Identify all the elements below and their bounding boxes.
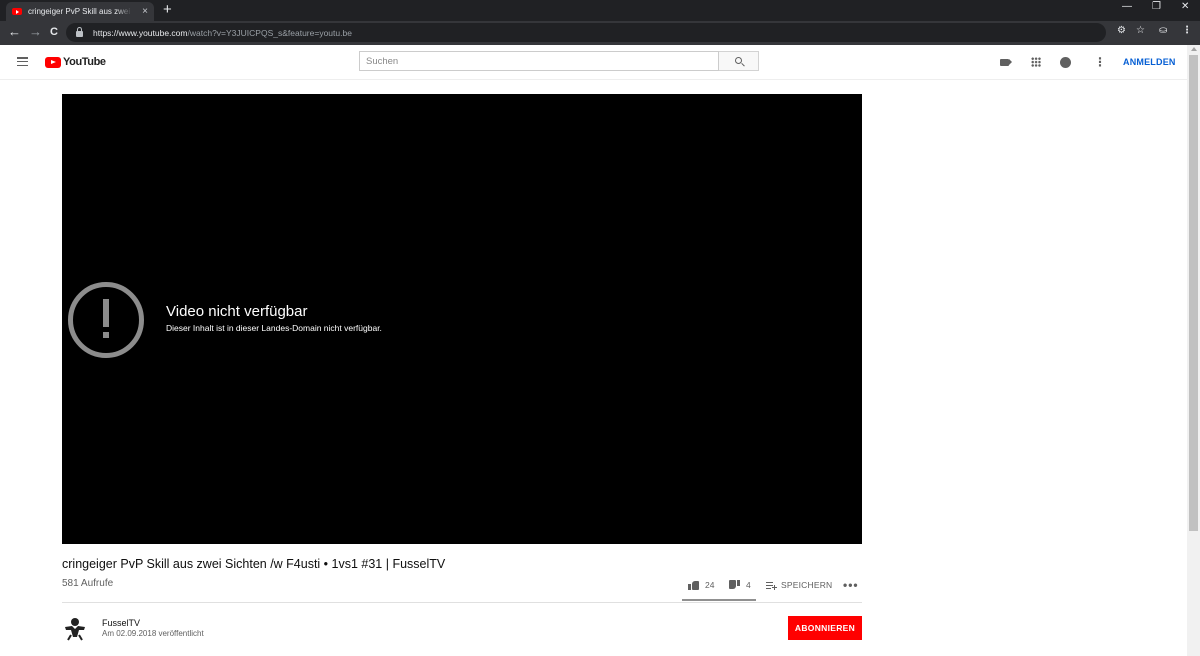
scroll-up-arrow-icon[interactable]	[1191, 47, 1197, 51]
divider	[62, 602, 862, 603]
error-message: Dieser Inhalt ist in dieser Landes-Domai…	[166, 323, 382, 333]
sentiment-bar-fill	[682, 599, 746, 601]
incognito-icon[interactable]: ⛀	[1159, 25, 1167, 36]
page-scrollbar[interactable]	[1187, 45, 1200, 656]
scrollbar-thumb[interactable]	[1189, 55, 1198, 531]
create-video-icon[interactable]	[1000, 59, 1012, 66]
lock-icon	[76, 27, 83, 37]
youtube-logo[interactable]: YouTube	[45, 56, 106, 68]
save-button[interactable]: SPEICHERN	[766, 578, 832, 592]
youtube-favicon-icon	[12, 8, 22, 15]
address-bar[interactable]: https://www.youtube.com/watch?v=Y3JUICPQ…	[66, 23, 1106, 42]
browser-tab[interactable]: cringeiger PvP Skill aus zwei Sichten /w…	[6, 2, 154, 21]
dislike-count: 4	[746, 580, 751, 590]
thumbs-up-icon	[688, 580, 699, 590]
url-path: /watch?v=Y3JUICPQS_s&feature=youtu.be	[187, 27, 352, 38]
view-count: 581 Aufrufe	[62, 578, 114, 589]
browser-tab-strip: cringeiger PvP Skill aus zwei Sichten /w…	[0, 0, 1200, 21]
browser-menu-icon[interactable]: ⋮	[1182, 25, 1192, 36]
more-actions-button[interactable]: •••	[843, 578, 859, 592]
channel-name[interactable]: FusselTV	[102, 618, 140, 628]
publish-date: Am 02.09.2018 veröffentlicht	[102, 629, 204, 638]
sign-in-button[interactable]: ANMELDEN	[1123, 57, 1176, 67]
logo-text: YouTube	[63, 56, 106, 68]
subscribe-button[interactable]: ABONNIEREN	[788, 616, 862, 640]
search-box	[359, 51, 759, 71]
new-tab-button[interactable]: +	[163, 2, 172, 18]
search-input[interactable]	[359, 51, 719, 71]
save-label: SPEICHERN	[781, 580, 833, 590]
dislike-button[interactable]: 4	[729, 578, 751, 592]
restore-button[interactable]: ❐	[1152, 1, 1161, 12]
apps-grid-icon[interactable]	[1031, 57, 1041, 67]
error-title: Video nicht verfügbar	[166, 303, 308, 320]
sentiment-bar	[682, 599, 756, 601]
minimize-button[interactable]: —	[1122, 1, 1132, 12]
search-button[interactable]	[719, 51, 759, 71]
extension-icon[interactable]: ⚙	[1117, 25, 1126, 36]
tab-title: cringeiger PvP Skill aus zwei Sichten /w…	[28, 7, 132, 16]
youtube-play-icon	[45, 56, 61, 68]
forward-arrow-icon[interactable]: →	[29, 24, 42, 40]
url-text: https://www.youtube.com/watch?v=Y3JUICPQ…	[93, 28, 352, 38]
bookmark-star-icon[interactable]: ☆	[1136, 25, 1145, 36]
hamburger-menu-icon[interactable]	[17, 57, 28, 67]
window-close-button[interactable]: ✕	[1181, 1, 1189, 12]
video-player[interactable]: Video nicht verfügbar Dieser Inhalt ist …	[62, 94, 862, 544]
error-exclamation-icon	[68, 282, 144, 358]
video-title: cringeiger PvP Skill aus zwei Sichten /w…	[62, 557, 446, 571]
browser-toolbar: ← → C https://www.youtube.com/watch?v=Y3…	[0, 21, 1200, 45]
youtube-masthead: YouTube ⋮ ANMELDEN	[0, 45, 1187, 80]
channel-avatar[interactable]	[62, 615, 88, 641]
thumbs-down-icon	[729, 580, 740, 590]
tab-close-icon[interactable]: ×	[142, 6, 148, 17]
like-count: 24	[705, 580, 715, 590]
back-arrow-icon[interactable]: ←	[8, 24, 21, 40]
like-button[interactable]: 24	[688, 578, 714, 592]
search-icon	[735, 57, 742, 64]
url-host: https://www.youtube.com	[93, 27, 188, 38]
more-horizontal-icon: •••	[843, 578, 859, 592]
settings-more-icon[interactable]: ⋮	[1094, 56, 1106, 68]
reload-icon[interactable]: C	[50, 24, 58, 40]
messages-icon[interactable]	[1060, 57, 1071, 68]
playlist-add-icon	[766, 581, 777, 590]
